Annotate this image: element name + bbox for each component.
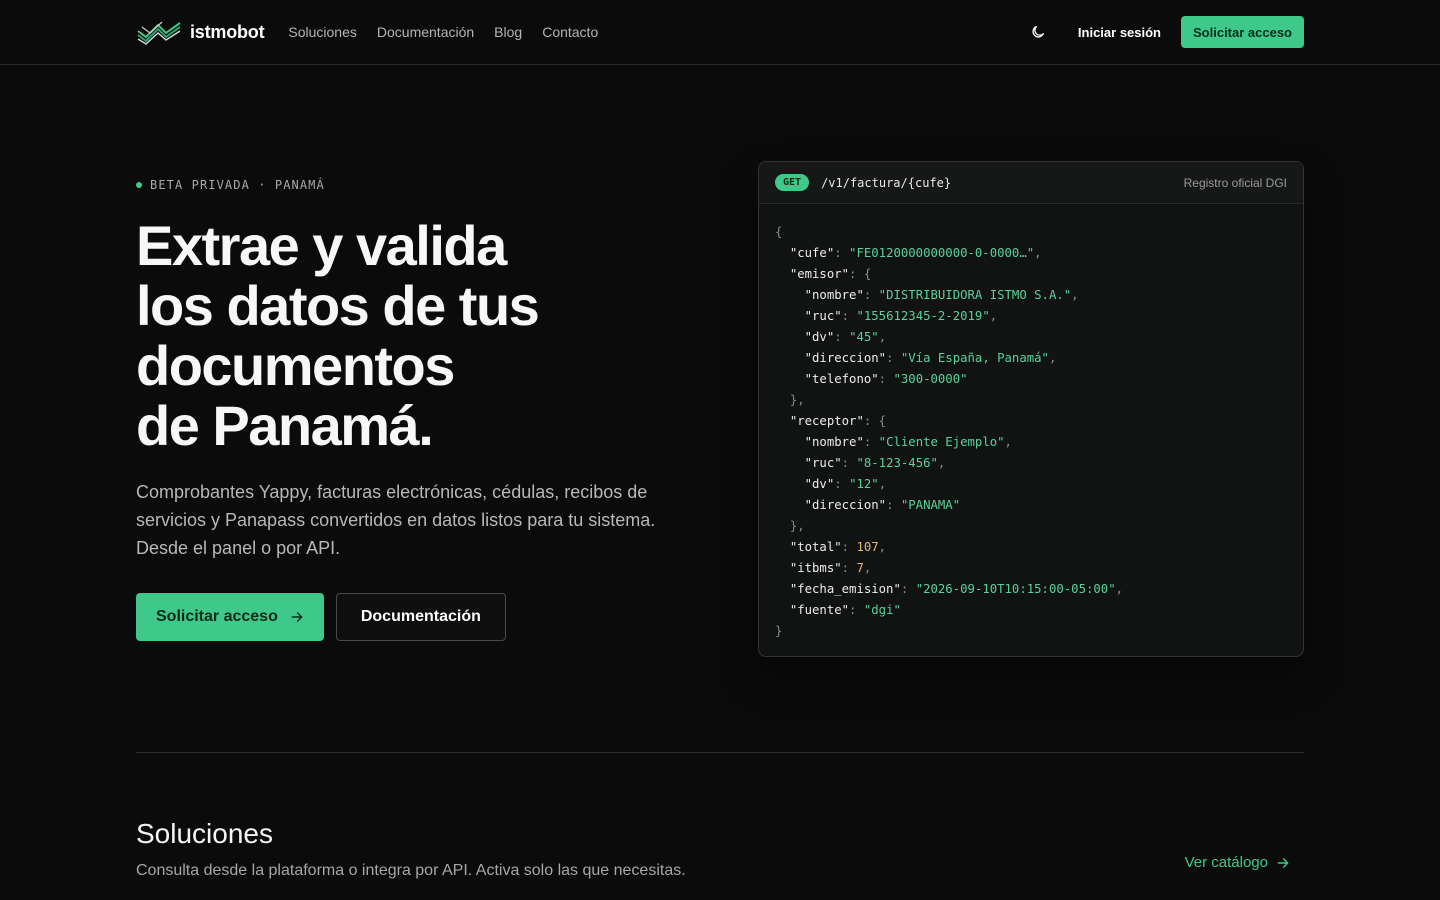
json-value: 107 <box>856 540 879 554</box>
json-value: DISTRIBUIDORA ISTMO S.A. <box>886 288 1064 302</box>
logo-icon <box>137 21 181 45</box>
solutions-title: Soluciones <box>136 818 273 849</box>
nav-link-contacto[interactable]: Contacto <box>542 24 598 40</box>
source-label: Registro oficial DGI <box>1183 175 1287 190</box>
json-value: Cliente Ejemplo <box>886 435 998 449</box>
json-value: Vía España, Panamá <box>908 351 1042 365</box>
top-navbar: istmobot Soluciones Documentación Blog C… <box>0 0 1440 65</box>
json-value: dgi <box>871 603 894 617</box>
nav-actions: Iniciar sesión Solicitar acceso <box>1023 16 1304 48</box>
api-response-panel: GET /v1/factura/{cufe} Registro oficial … <box>758 161 1304 657</box>
request-access-button[interactable]: Solicitar acceso <box>136 593 324 641</box>
hero-title-line: documentos <box>136 334 455 397</box>
nav-links: Soluciones Documentación Blog Contacto <box>288 24 598 40</box>
request-access-nav-button[interactable]: Solicitar acceso <box>1181 16 1304 48</box>
endpoint-path: /v1/factura/{cufe} <box>821 175 952 190</box>
view-catalog-label: Ver catálogo <box>1184 854 1268 871</box>
nav-link-soluciones[interactable]: Soluciones <box>288 24 357 40</box>
arrow-right-icon <box>1277 857 1289 868</box>
hero-title-line: de Panamá. <box>136 394 434 457</box>
json-value: 12 <box>856 477 872 491</box>
hero-title-line: Extrae y valida <box>136 214 507 277</box>
documentation-button[interactable]: Documentación <box>335 593 506 641</box>
solutions-description: Consulta desde la plataforma o integra p… <box>136 862 686 879</box>
hero-description: Comprobantes Yappy, facturas electrónica… <box>136 482 656 558</box>
panel-header: GET /v1/factura/{cufe} Registro oficial … <box>759 162 1303 204</box>
beta-badge: BETA PRIVADA · PANAMÁ <box>136 178 325 192</box>
json-value: 45 <box>856 330 872 344</box>
json-response-code: { "cufe": "FE0120000000000-0-0000…", "em… <box>775 225 1123 638</box>
json-value: 300-0000 <box>900 372 961 386</box>
moon-icon <box>1032 26 1044 38</box>
login-link[interactable]: Iniciar sesión <box>1078 25 1161 40</box>
arrow-right-icon <box>291 612 303 622</box>
nav-link-documentacion[interactable]: Documentación <box>377 24 474 40</box>
view-catalog-link[interactable]: Ver catálogo <box>1185 854 1290 871</box>
brand[interactable]: istmobot <box>136 19 265 45</box>
json-value: 7 <box>856 561 864 575</box>
json-value: 8-123-456 <box>863 456 931 470</box>
json-value: FE0120000000000-0-0000… <box>856 246 1027 260</box>
badge-label: BETA PRIVADA · PANAMÁ <box>150 178 325 192</box>
hero-title-line: los datos de tus <box>136 274 540 337</box>
status-dot <box>136 182 142 188</box>
hero-actions: Solicitar acceso Documentación <box>136 593 506 641</box>
request-access-label: Solicitar acceso <box>156 608 278 625</box>
theme-toggle-button[interactable] <box>1023 17 1053 47</box>
nav-link-blog[interactable]: Blog <box>494 24 522 40</box>
json-value: PANAMA <box>908 498 953 512</box>
http-method-badge: GET <box>775 174 810 191</box>
json-value: 2026-09-10T10:15:00-05:00 <box>923 582 1109 596</box>
section-divider <box>136 752 1304 753</box>
json-value: 155612345-2-2019 <box>863 309 983 323</box>
hero-title: Extrae y valida los datos de tus documen… <box>136 216 696 456</box>
brand-name: istmobot <box>190 21 265 42</box>
